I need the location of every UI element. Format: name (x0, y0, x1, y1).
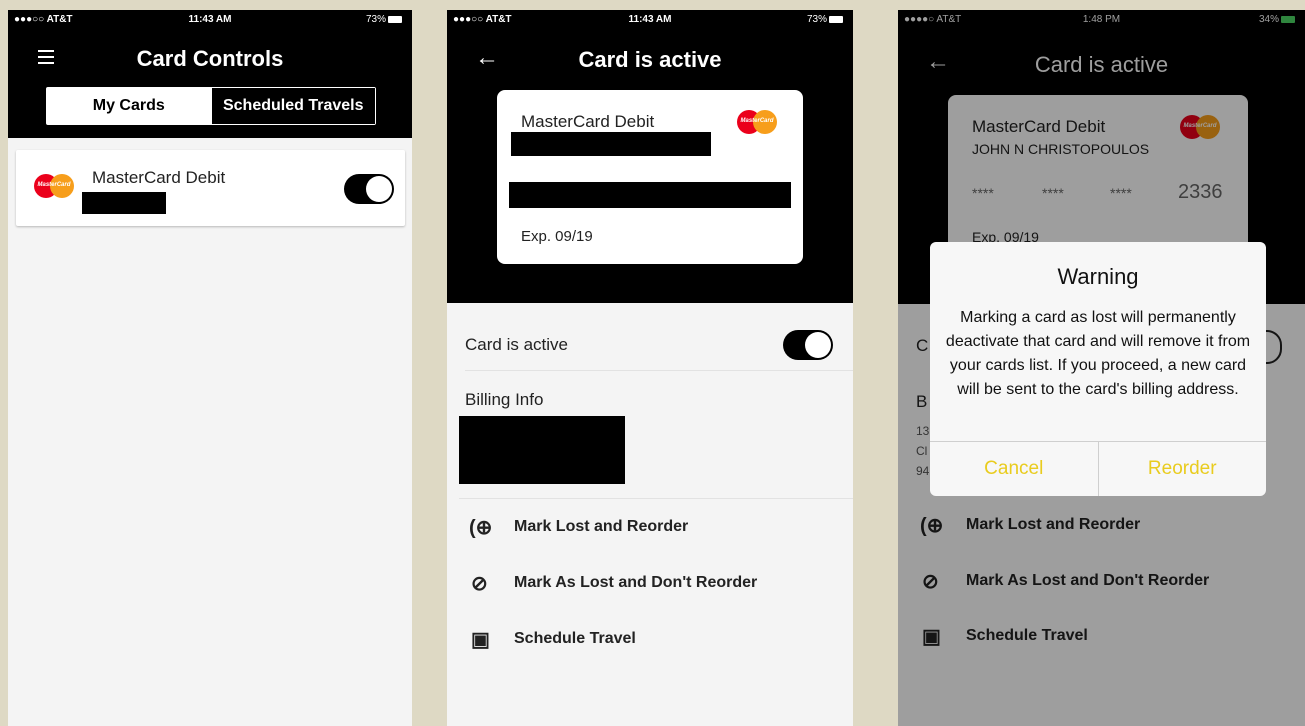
screen-card-controls: ●●●○○ AT&T 11:43 AM 73% Card Controls My… (8, 10, 412, 726)
card-name: MasterCard Debit (521, 112, 655, 131)
screen-card-detail-warning: ●●●●○ AT&T 1:48 PM 34% ← Card is active … (898, 10, 1305, 726)
tab-scheduled-travels[interactable]: Scheduled Travels (210, 88, 375, 124)
card-active-toggle[interactable] (783, 330, 833, 360)
redacted-billing-address (459, 416, 625, 484)
reorder-button[interactable]: Reorder (1097, 442, 1267, 496)
tab-switcher: My Cards Scheduled Travels (46, 87, 376, 125)
card-active-label: Card is active (465, 335, 568, 354)
mastercard-logo-icon: MasterCard (737, 110, 777, 134)
battery-icon (388, 15, 402, 23)
header: ●●●○○ AT&T 11:43 AM 73% Card Controls My… (8, 10, 412, 138)
clock: 11:43 AM (188, 14, 232, 25)
screen-card-detail: ●●●○○ AT&T 11:43 AM 73% ← Card is active… (447, 10, 853, 726)
add-circle-icon: (⊕ (469, 517, 493, 539)
card-list-item[interactable]: MasterCard MasterCard Debit (16, 150, 405, 226)
clock: 11:43 AM (628, 14, 672, 25)
redacted-card-number (509, 182, 791, 208)
mastercard-logo-icon: MasterCard (34, 174, 74, 198)
card-active-toggle[interactable] (344, 174, 394, 204)
cancel-button[interactable]: Cancel (930, 442, 1098, 496)
block-icon: ⊘ (471, 573, 488, 595)
tab-my-cards[interactable]: My Cards (47, 88, 211, 124)
battery-indicator: 73% (807, 14, 843, 25)
battery-percent: 73% (365, 14, 386, 25)
battery-percent: 73% (806, 14, 827, 25)
page-title: Card is active (578, 47, 722, 72)
dialog-title: Warning (1057, 264, 1139, 289)
dialog-message: Marking a card as lost will permanently … (945, 309, 1251, 398)
warning-dialog: Warning Marking a card as lost will perm… (930, 242, 1266, 496)
battery-icon (829, 15, 843, 23)
calendar-icon: ▣ (471, 629, 490, 651)
status-bar: ●●●○○ AT&T 11:43 AM 73% (8, 10, 412, 30)
card-preview: MasterCard Debit MasterCard Exp. 09/19 (497, 90, 803, 264)
billing-info-label: Billing Info (465, 390, 544, 409)
status-bar: ●●●○○ AT&T 11:43 AM 73% (447, 10, 853, 30)
battery-indicator: 73% (366, 14, 402, 25)
header: ●●●○○ AT&T 11:43 AM 73% ← Card is active… (447, 10, 853, 303)
action-label: Schedule Travel (514, 630, 636, 647)
card-expiry: Exp. 09/19 (521, 228, 593, 245)
action-label: Mark As Lost and Don't Reorder (514, 574, 758, 591)
redacted-holder (511, 132, 711, 156)
divider (459, 498, 853, 499)
card-name: MasterCard Debit (92, 168, 226, 187)
page-title: Card Controls (136, 46, 284, 71)
divider (465, 370, 853, 371)
action-label: Mark Lost and Reorder (514, 518, 689, 535)
redacted-card-number (82, 192, 166, 214)
dialog-buttons: Cancel Reorder (930, 441, 1266, 496)
